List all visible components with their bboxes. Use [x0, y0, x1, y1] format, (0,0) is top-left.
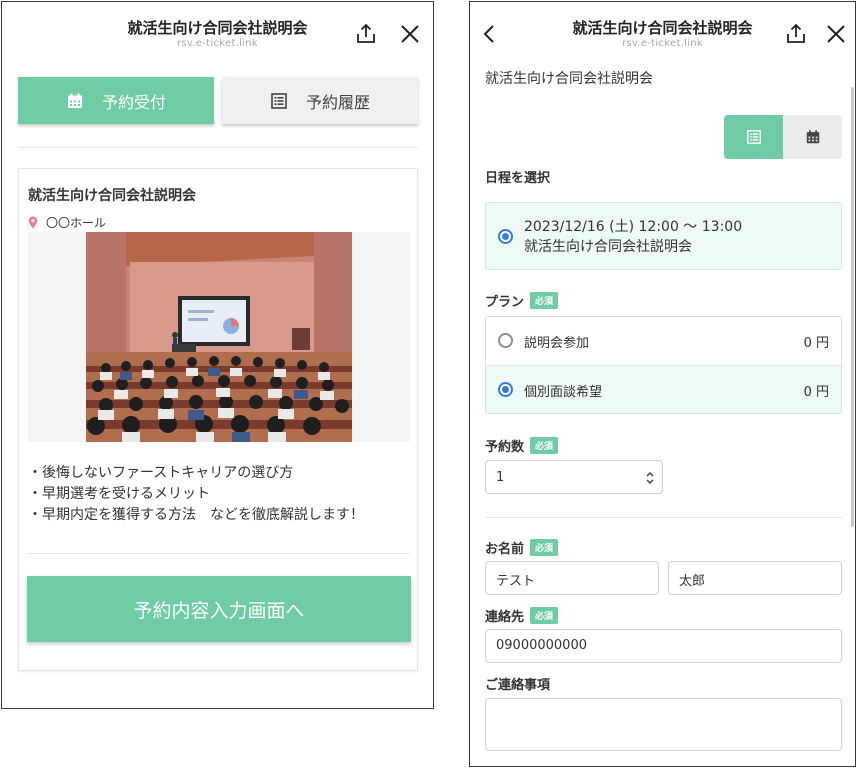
calendar-icon	[806, 130, 819, 144]
name-label: お名前 必須	[485, 538, 559, 557]
view-toggle	[724, 115, 842, 159]
seminar-hall-illustration	[86, 232, 352, 442]
scrollbar[interactable]	[851, 87, 854, 527]
schedule-radio[interactable]	[498, 229, 513, 244]
plan-name: 個別面談希望	[524, 385, 603, 400]
notes-textarea[interactable]	[485, 698, 842, 751]
tab-bar: 予約受付 予約履歴	[18, 77, 418, 124]
tab-reserve[interactable]: 予約受付	[18, 77, 214, 124]
bullet-item: ・後悔しないファーストキャリアの選び方	[28, 465, 294, 481]
notes-label: ご連絡事項	[485, 674, 550, 693]
tab-history[interactable]: 予約履歴	[222, 77, 418, 124]
list-icon	[271, 92, 287, 109]
header: 就活生向け合同会社説明会 rsv.e-ticket.link	[2, 2, 433, 62]
schedule-datetime: 2023/12/16 (土) 12:00 〜 13:00	[524, 219, 743, 235]
share-icon[interactable]	[354, 22, 378, 46]
chevron-updown-icon	[646, 471, 654, 485]
notes-label-text: ご連絡事項	[485, 678, 551, 693]
schedule-option[interactable]: 2023/12/16 (土) 12:00 〜 13:00 就活生向け合同会社説明…	[485, 202, 842, 270]
venue-name: 〇〇ホール	[46, 216, 107, 230]
schedule-event-name: 就活生向け合同会社説明会	[524, 239, 692, 255]
phone-field[interactable]: 09000000000	[485, 629, 842, 663]
last-name-field[interactable]: テスト	[485, 561, 659, 595]
plan-options: 説明会参加 0 円 個別面談希望 0 円	[485, 316, 842, 414]
calendar-icon	[67, 93, 82, 108]
plan-price: 0 円	[803, 336, 829, 351]
required-badge: 必須	[530, 437, 559, 454]
bullet-item: ・早期選考を受けるメリット	[28, 486, 210, 502]
plan-option[interactable]: 説明会参加 0 円	[486, 317, 841, 366]
divider	[18, 147, 418, 148]
plan-price: 0 円	[803, 385, 829, 400]
event-photo	[28, 232, 410, 442]
event-title: 就活生向け合同会社説明会	[28, 188, 196, 204]
schedule-label-text: 日程を選択	[485, 171, 551, 186]
plan-radio[interactable]	[498, 382, 513, 397]
quantity-value: 1	[496, 470, 505, 485]
divider	[485, 517, 842, 518]
schedule-label: 日程を選択	[485, 167, 550, 186]
quantity-label: 予約数 必須	[485, 436, 559, 455]
plan-radio[interactable]	[498, 333, 513, 348]
divider	[28, 553, 410, 554]
required-badge: 必須	[530, 607, 559, 624]
right-screen: 就活生向け合同会社説明会 rsv.e-ticket.link 就活生向け合同会社…	[469, 1, 856, 767]
contact-label: 連絡先 必須	[485, 606, 559, 625]
first-name-field[interactable]: 太郎	[668, 561, 842, 595]
quantity-label-text: 予約数	[485, 440, 525, 455]
required-badge: 必須	[530, 292, 559, 309]
event-description: ・後悔しないファーストキャリアの選び方 ・早期選考を受けるメリット ・早期内定を…	[28, 463, 364, 526]
left-screen: 就活生向け合同会社説明会 rsv.e-ticket.link 予約受付 予約履歴…	[1, 1, 434, 709]
share-icon[interactable]	[784, 22, 808, 46]
venue: 〇〇ホール	[28, 214, 106, 231]
quantity-select[interactable]: 1	[485, 460, 663, 494]
tab-reserve-label: 予約受付	[101, 92, 166, 112]
event-card: 就活生向け合同会社説明会 〇〇ホール ・後悔しないファーストキャリアの選び方 ・…	[18, 168, 418, 671]
bullet-item: ・早期内定を獲得する方法 などを徹底解説します！	[28, 507, 364, 523]
list-view-button[interactable]	[724, 115, 783, 159]
close-icon[interactable]	[824, 22, 848, 46]
tab-history-label: 予約履歴	[305, 92, 370, 112]
contact-label-text: 連絡先	[485, 610, 525, 625]
proceed-to-form-button[interactable]: 予約内容入力画面へ	[27, 576, 411, 642]
calendar-view-button[interactable]	[783, 115, 842, 159]
close-icon[interactable]	[398, 22, 422, 46]
plan-option[interactable]: 個別面談希望 0 円	[486, 366, 841, 413]
list-icon	[746, 130, 761, 144]
header: 就活生向け合同会社説明会 rsv.e-ticket.link	[470, 2, 855, 62]
plan-label-text: プラン	[485, 295, 525, 310]
name-label-text: お名前	[485, 542, 525, 557]
plan-name: 説明会参加	[524, 336, 590, 351]
location-pin-icon	[28, 216, 38, 229]
plan-label: プラン 必須	[485, 291, 559, 310]
required-badge: 必須	[530, 539, 559, 556]
page-title: 就活生向け合同会社説明会	[485, 71, 653, 87]
